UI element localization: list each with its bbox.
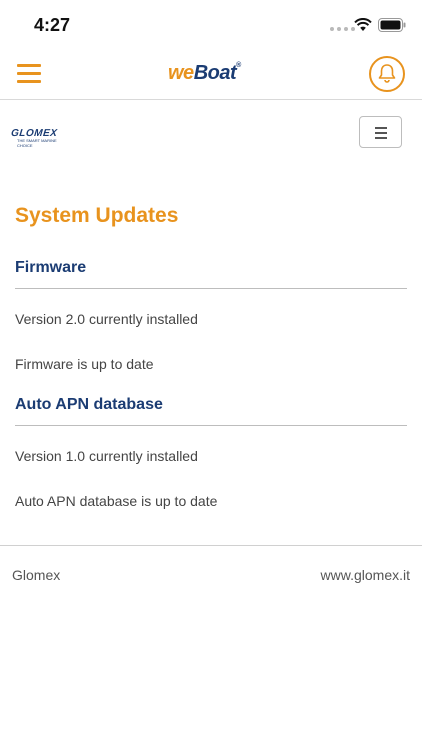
footer-divider (0, 545, 422, 546)
firmware-heading: Firmware (15, 259, 87, 276)
apn-version-text: Version 1.0 currently installed (15, 448, 198, 464)
app-header: weBoat® (0, 48, 422, 100)
hamburger-menu-icon[interactable] (17, 64, 41, 84)
apn-heading: Auto APN database (15, 396, 163, 413)
page-title: System Updates (15, 204, 179, 227)
bell-icon (378, 64, 396, 83)
firmware-version-text: Version 2.0 currently installed (15, 311, 198, 327)
footer-company: Glomex (12, 567, 61, 583)
divider (15, 288, 407, 289)
divider (15, 425, 407, 426)
glomex-logo: GLOMEX THE SMART MARINE CHOICE (10, 128, 58, 148)
cellular-signal-icon (330, 27, 355, 31)
footer-website-link[interactable]: www.glomex.it (321, 567, 410, 583)
battery-icon (378, 18, 406, 32)
status-bar: 4:27 (0, 0, 422, 48)
webboat-logo: weBoat® (168, 62, 241, 84)
notifications-button[interactable] (369, 56, 405, 92)
firmware-status-text: Firmware is up to date (15, 356, 154, 372)
status-time: 4:27 (34, 15, 71, 35)
apn-status-text: Auto APN database is up to date (15, 493, 218, 509)
menu-toggle-button[interactable] (359, 116, 402, 148)
wifi-icon (354, 18, 372, 31)
